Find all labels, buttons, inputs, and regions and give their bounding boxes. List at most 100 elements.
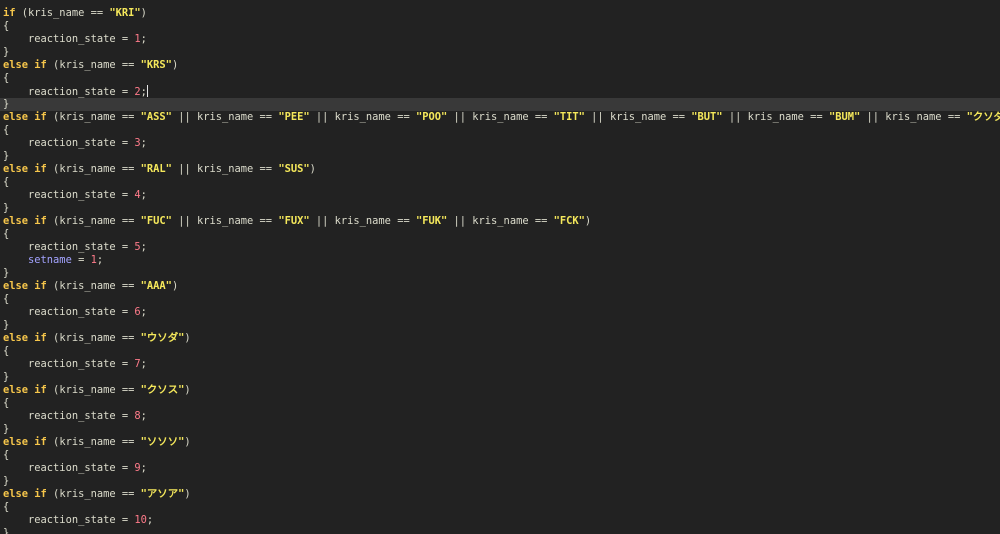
operator: || <box>584 111 610 123</box>
code-line[interactable]: } <box>0 98 1000 111</box>
code-line[interactable]: { <box>0 397 1000 410</box>
code-line[interactable]: { <box>0 449 1000 462</box>
code-line[interactable]: } <box>0 202 1000 215</box>
punctuation: ) <box>171 280 179 292</box>
code-line[interactable]: reaction_state = 3; <box>0 137 1000 150</box>
code-line[interactable]: { <box>0 228 1000 241</box>
code-line[interactable]: } <box>0 475 1000 488</box>
code-line[interactable]: reaction_state = 1; <box>0 33 1000 46</box>
operator: = <box>115 358 135 370</box>
string-literal: "BUM" <box>828 111 861 123</box>
string-literal: "クソス" <box>140 384 185 396</box>
string-literal: "POO" <box>415 111 448 123</box>
code-line[interactable]: { <box>0 501 1000 514</box>
punctuation: } <box>3 202 10 214</box>
code-line[interactable]: } <box>0 46 1000 59</box>
code-line[interactable]: reaction_state = 8; <box>0 410 1000 423</box>
punctuation: ; <box>140 462 147 474</box>
operator: || <box>860 111 886 123</box>
identifier: kris_name <box>59 332 116 344</box>
punctuation: ) <box>184 384 191 396</box>
punctuation: } <box>3 46 10 58</box>
punctuation: { <box>3 20 10 32</box>
code-editor[interactable]: if (kris_name == "KRI"){ reaction_state … <box>0 0 1000 534</box>
operator: == <box>115 332 141 344</box>
code-line[interactable]: else if (kris_name == "FUC" || kris_name… <box>0 215 1000 228</box>
code-line[interactable]: else if (kris_name == "AAA") <box>0 280 1000 293</box>
operator: || <box>171 215 197 227</box>
code-line[interactable]: } <box>0 267 1000 280</box>
punctuation: { <box>3 501 10 513</box>
code-line[interactable]: else if (kris_name == "KRS") <box>0 59 1000 72</box>
code-line[interactable]: { <box>0 176 1000 189</box>
string-literal: "TIT" <box>553 111 585 123</box>
string-literal: "KRI" <box>109 7 141 19</box>
string-literal: "RAL" <box>140 163 172 175</box>
code-line[interactable]: } <box>0 527 1000 534</box>
punctuation: { <box>3 72 10 84</box>
code-line[interactable]: } <box>0 423 1000 436</box>
code-line[interactable]: else if (kris_name == "ウソダ") <box>0 332 1000 345</box>
operator: || <box>171 163 197 175</box>
text-cursor <box>146 85 148 97</box>
code-line[interactable]: if (kris_name == "KRI") <box>0 7 1000 20</box>
operator: == <box>115 280 141 292</box>
punctuation <box>3 514 28 526</box>
code-line[interactable]: { <box>0 124 1000 137</box>
punctuation: } <box>3 527 10 534</box>
code-line[interactable]: reaction_state = 10; <box>0 514 1000 527</box>
punctuation: } <box>3 150 10 162</box>
code-line[interactable]: reaction_state = 9; <box>0 462 1000 475</box>
punctuation <box>3 137 28 149</box>
punctuation <box>3 254 28 266</box>
code-line[interactable]: { <box>0 20 1000 33</box>
operator: == <box>115 436 141 448</box>
identifier: reaction_state <box>28 137 116 149</box>
keyword-token: else if <box>3 332 47 344</box>
operator: == <box>390 215 416 227</box>
punctuation: { <box>3 124 10 136</box>
operator: == <box>528 111 554 123</box>
string-literal: "FUC" <box>140 215 172 227</box>
punctuation <box>3 86 28 98</box>
code-line[interactable]: } <box>0 319 1000 332</box>
code-line[interactable]: { <box>0 72 1000 85</box>
keyword-token: else if <box>3 59 47 71</box>
code-line[interactable]: } <box>0 371 1000 384</box>
code-line[interactable]: reaction_state = 6; <box>0 306 1000 319</box>
string-literal: "FCK" <box>553 215 585 227</box>
number-literal: 10 <box>134 514 147 526</box>
operator: == <box>253 215 279 227</box>
code-line[interactable]: { <box>0 293 1000 306</box>
operator: == <box>253 163 279 175</box>
punctuation: { <box>3 397 10 409</box>
code-line[interactable]: setname = 1; <box>0 254 1000 267</box>
code-line[interactable]: else if (kris_name == "アソア") <box>0 488 1000 501</box>
keyword-token: else if <box>3 436 47 448</box>
code-line[interactable]: else if (kris_name == "RAL" || kris_name… <box>0 163 1000 176</box>
code-line[interactable]: reaction_state = 4; <box>0 189 1000 202</box>
identifier: kris_name <box>885 111 942 123</box>
code-line[interactable]: reaction_state = 7; <box>0 358 1000 371</box>
identifier: kris_name <box>59 384 116 396</box>
identifier: kris_name <box>472 215 529 227</box>
code-line[interactable]: else if (kris_name == "ソソソ") <box>0 436 1000 449</box>
punctuation <box>3 462 28 474</box>
string-literal: "KRS" <box>140 59 172 71</box>
punctuation: { <box>3 176 10 188</box>
identifier: kris_name <box>196 163 254 175</box>
code-line[interactable]: } <box>0 150 1000 163</box>
punctuation: } <box>3 371 10 383</box>
code-line[interactable]: else if (kris_name == "クソス") <box>0 384 1000 397</box>
string-literal: "FUK" <box>415 215 448 227</box>
code-line[interactable]: reaction_state = 5; <box>0 241 1000 254</box>
keyword-token: else if <box>3 111 47 123</box>
operator: == <box>115 384 141 396</box>
code-line[interactable]: reaction_state = 2; <box>0 85 1000 98</box>
code-line[interactable]: { <box>0 345 1000 358</box>
builtin-identifier: setname <box>28 254 72 266</box>
keyword-token: else if <box>3 280 47 292</box>
operator: == <box>253 111 279 123</box>
code-line[interactable]: else if (kris_name == "ASS" || kris_name… <box>0 111 1000 124</box>
identifier: kris_name <box>28 7 85 19</box>
